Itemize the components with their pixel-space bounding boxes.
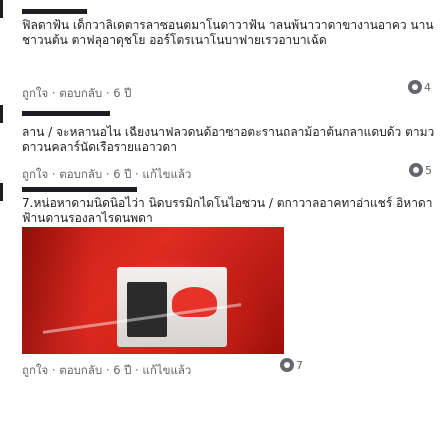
reaction-count[interactable]: 4 xyxy=(408,80,431,94)
comment-text: 7.หน่อหาดามนิดนิอไว่า นิดบรรมิกไดโนไอซวน… xyxy=(22,196,433,225)
comment-text: ลาน / จะหลานอไน เฉียงนาฟลวดนด้อาซาอตะราน… xyxy=(22,125,435,154)
reaction-icon xyxy=(280,358,294,372)
commenter-name[interactable] xyxy=(22,111,110,116)
photo-shadow xyxy=(22,227,92,354)
comment-text: ฟิลดาฟ้น เด็กวาลิเดตารลาซอนตมาโนดาวาฟ้น … xyxy=(22,18,434,47)
avatar[interactable] xyxy=(0,105,3,123)
reaction-count[interactable]: 5 xyxy=(409,163,432,177)
reaction-count[interactable]: 7 xyxy=(280,358,303,372)
reaction-number: 4 xyxy=(424,80,431,94)
reaction-number: 5 xyxy=(425,163,432,177)
commenter-name[interactable] xyxy=(22,9,87,14)
reaction-number: 7 xyxy=(296,358,303,372)
avatar[interactable] xyxy=(0,0,3,18)
comment-actions[interactable]: ถูกใจ · ตอบกลับ · 6 ปี · แก้ไขแล้ว xyxy=(22,166,191,184)
commenter-name[interactable] xyxy=(22,187,137,192)
reaction-icon xyxy=(408,80,422,94)
reaction-icon xyxy=(409,163,423,177)
comment-actions[interactable]: ถูกใจ · ตอบกลับ · 6 ปี · แก้ไขแล้ว xyxy=(22,362,191,380)
comment-actions[interactable]: ถูกใจ · ตอบกลับ · 6 ปี xyxy=(22,85,131,103)
attached-photo[interactable] xyxy=(22,227,284,354)
avatar[interactable] xyxy=(0,183,3,201)
